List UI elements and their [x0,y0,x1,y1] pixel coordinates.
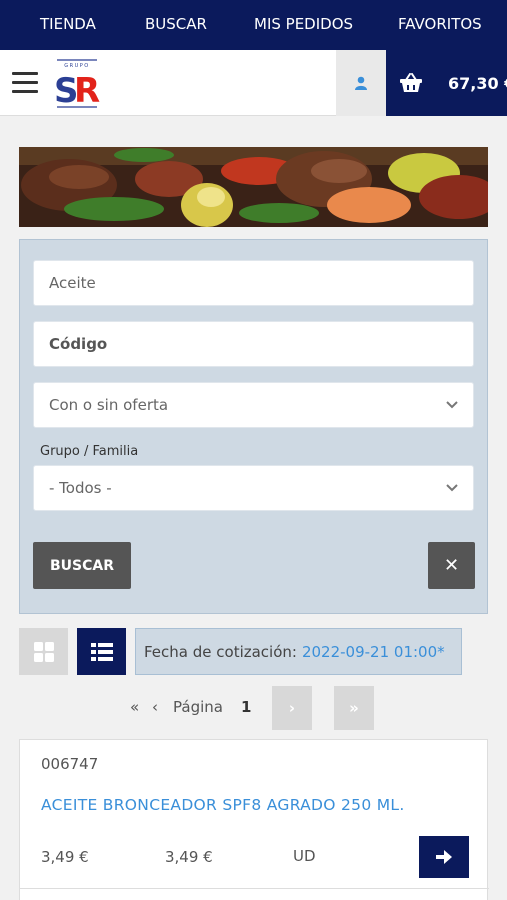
pager-label: Página [173,698,223,716]
keyword-input[interactable]: Aceite [33,260,474,306]
chevron-down-icon [446,398,458,413]
quote-value: 2022-09-21 01:00* [301,642,445,661]
user-button[interactable] [336,50,386,116]
basket-icon [400,73,422,92]
svg-text:S: S [54,71,76,110]
grill-food-image [19,147,488,227]
product-code: 006747 [41,755,99,773]
offer-select-value: Con o sin oferta [49,396,169,414]
cart-button[interactable]: 67,30 € [386,50,507,116]
banner-image [19,147,488,227]
product-price: 3,49 € [41,848,89,866]
search-panel: Aceite Código Con o sin oferta Grupo / F… [19,239,488,614]
chevron-down-icon [446,481,458,496]
product-unit: UD [293,847,316,865]
logo[interactable]: GRUPO S R [54,56,103,111]
pager-next[interactable]: › [272,686,312,730]
logo-mark: GRUPO S R [54,59,103,111]
menu-icon[interactable] [12,72,38,94]
offer-select[interactable]: Con o sin oferta [33,382,474,428]
pager-current: 1 [241,698,252,716]
nav-tienda[interactable]: TIENDA [40,15,96,33]
top-nav: TIENDA BUSCAR MIS PEDIDOS FAVORITOS [0,0,507,50]
pager-last[interactable]: » [334,686,374,730]
cart-total: 67,30 € [448,74,507,93]
pager-first[interactable]: « [130,698,139,742]
arrow-right-icon [436,850,452,864]
quote-label: Fecha de cotización: [144,642,297,661]
user-icon [355,76,367,90]
group-select-value: - Todos - [49,479,112,497]
nav-mis-pedidos[interactable]: MIS PEDIDOS [254,15,353,33]
product-card: 006747 ACEITE BRONCEADOR SPF8 AGRADO 250… [19,739,489,900]
group-label: Grupo / Familia [40,444,139,459]
clear-button[interactable]: ✕ [428,542,475,589]
divider [20,888,489,889]
group-select[interactable]: - Todos - [33,465,474,511]
grid-icon [33,641,54,662]
grid-view-button[interactable] [19,628,68,675]
quote-date: Fecha de cotización: 2022-09-21 01:00* [135,628,462,675]
search-button[interactable]: BUSCAR [33,542,131,589]
nav-buscar[interactable]: BUSCAR [145,15,207,33]
pager-prev[interactable]: ‹ [152,698,158,742]
product-name[interactable]: ACEITE BRONCEADOR SPF8 AGRADO 250 ML. [41,796,405,814]
list-view-button[interactable] [77,628,126,675]
svg-text:R: R [74,71,100,110]
code-input[interactable]: Código [33,321,474,367]
list-icon [90,642,113,661]
logo-small-text: GRUPO [64,63,89,69]
product-price-unit: 3,49 € [165,848,213,866]
product-detail-button[interactable] [419,836,469,878]
nav-favoritos[interactable]: FAVORITOS [398,15,482,33]
